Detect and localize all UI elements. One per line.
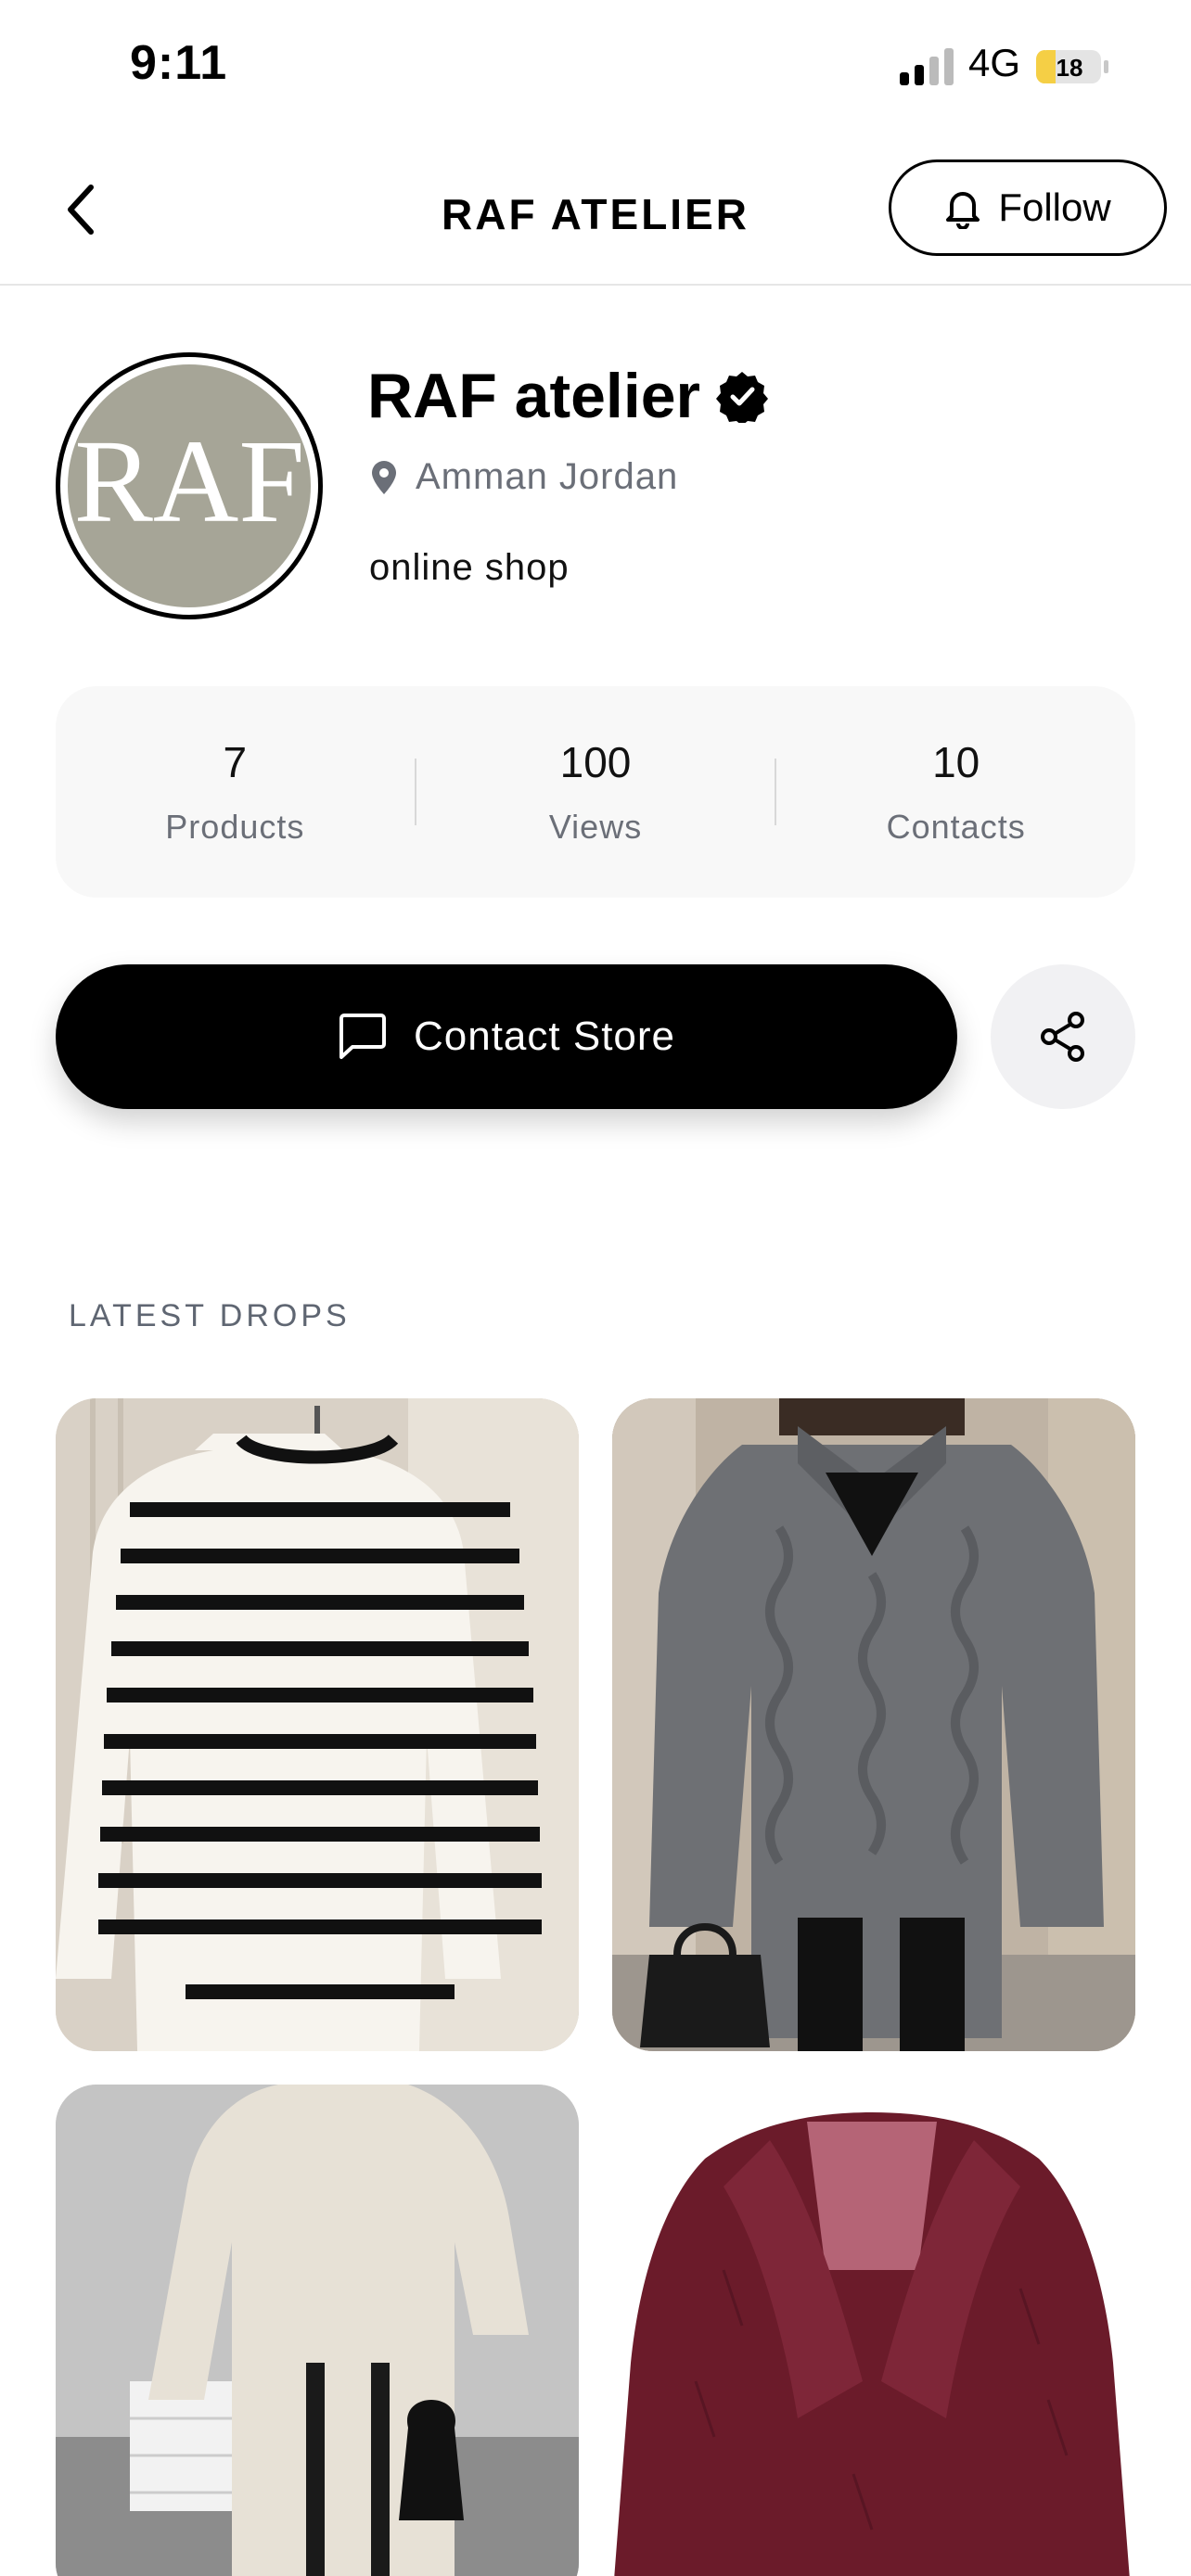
product-image	[612, 2085, 1135, 2576]
bell-icon	[946, 192, 980, 229]
signal-icon	[900, 48, 954, 85]
product-image	[56, 2085, 579, 2576]
product-card[interactable]	[56, 2085, 579, 2576]
message-icon	[339, 1014, 386, 1059]
follow-label: Follow	[998, 185, 1111, 229]
store-avatar: RAF	[56, 352, 323, 619]
battery-level: 18	[1057, 54, 1083, 82]
store-name-text: RAF atelier	[367, 361, 700, 431]
location-text: Amman Jordan	[416, 456, 679, 497]
product-image	[56, 1398, 579, 2051]
battery-icon: 18	[1036, 50, 1108, 83]
stat-value: 7	[223, 738, 248, 786]
store-location: Amman Jordan	[371, 456, 678, 498]
raf-logo-icon: RAF	[78, 415, 301, 547]
product-card[interactable]	[612, 2085, 1135, 2576]
avatar-logo-text: RAF	[78, 415, 301, 547]
product-card[interactable]	[612, 1398, 1135, 2051]
stat-products: 7 Products	[56, 737, 415, 847]
verified-badge-icon	[716, 372, 768, 423]
contact-store-button[interactable]: Contact Store	[56, 964, 957, 1109]
network-type: 4G	[968, 41, 1021, 84]
share-icon	[1041, 1012, 1084, 1062]
follow-button[interactable]: Follow	[889, 159, 1167, 256]
product-image	[612, 1398, 1135, 2051]
stat-contacts: 10 Contacts	[776, 737, 1135, 847]
stat-value: 100	[559, 738, 632, 786]
stat-label: Contacts	[886, 808, 1026, 846]
store-bio: online shop	[369, 547, 570, 588]
stat-label: Views	[548, 808, 643, 846]
stat-views: 100 Views	[416, 737, 775, 847]
share-button[interactable]	[991, 964, 1135, 1109]
stats-card: 7 Products 100 Views 10 Contacts	[56, 686, 1135, 898]
store-logo: RAF	[68, 364, 311, 607]
app-header: RAF ATELIER Follow	[0, 139, 1191, 286]
store-name: RAF atelier	[367, 360, 769, 432]
map-pin-icon	[372, 460, 396, 494]
product-card[interactable]	[56, 1398, 579, 2051]
status-bar: 9:11 4G 18	[0, 0, 1191, 139]
stat-label: Products	[165, 808, 305, 846]
stat-value: 10	[932, 738, 980, 786]
status-time: 9:11	[130, 36, 228, 90]
contact-store-label: Contact Store	[413, 1014, 676, 1059]
section-title: LATEST DROPS	[69, 1298, 351, 1333]
